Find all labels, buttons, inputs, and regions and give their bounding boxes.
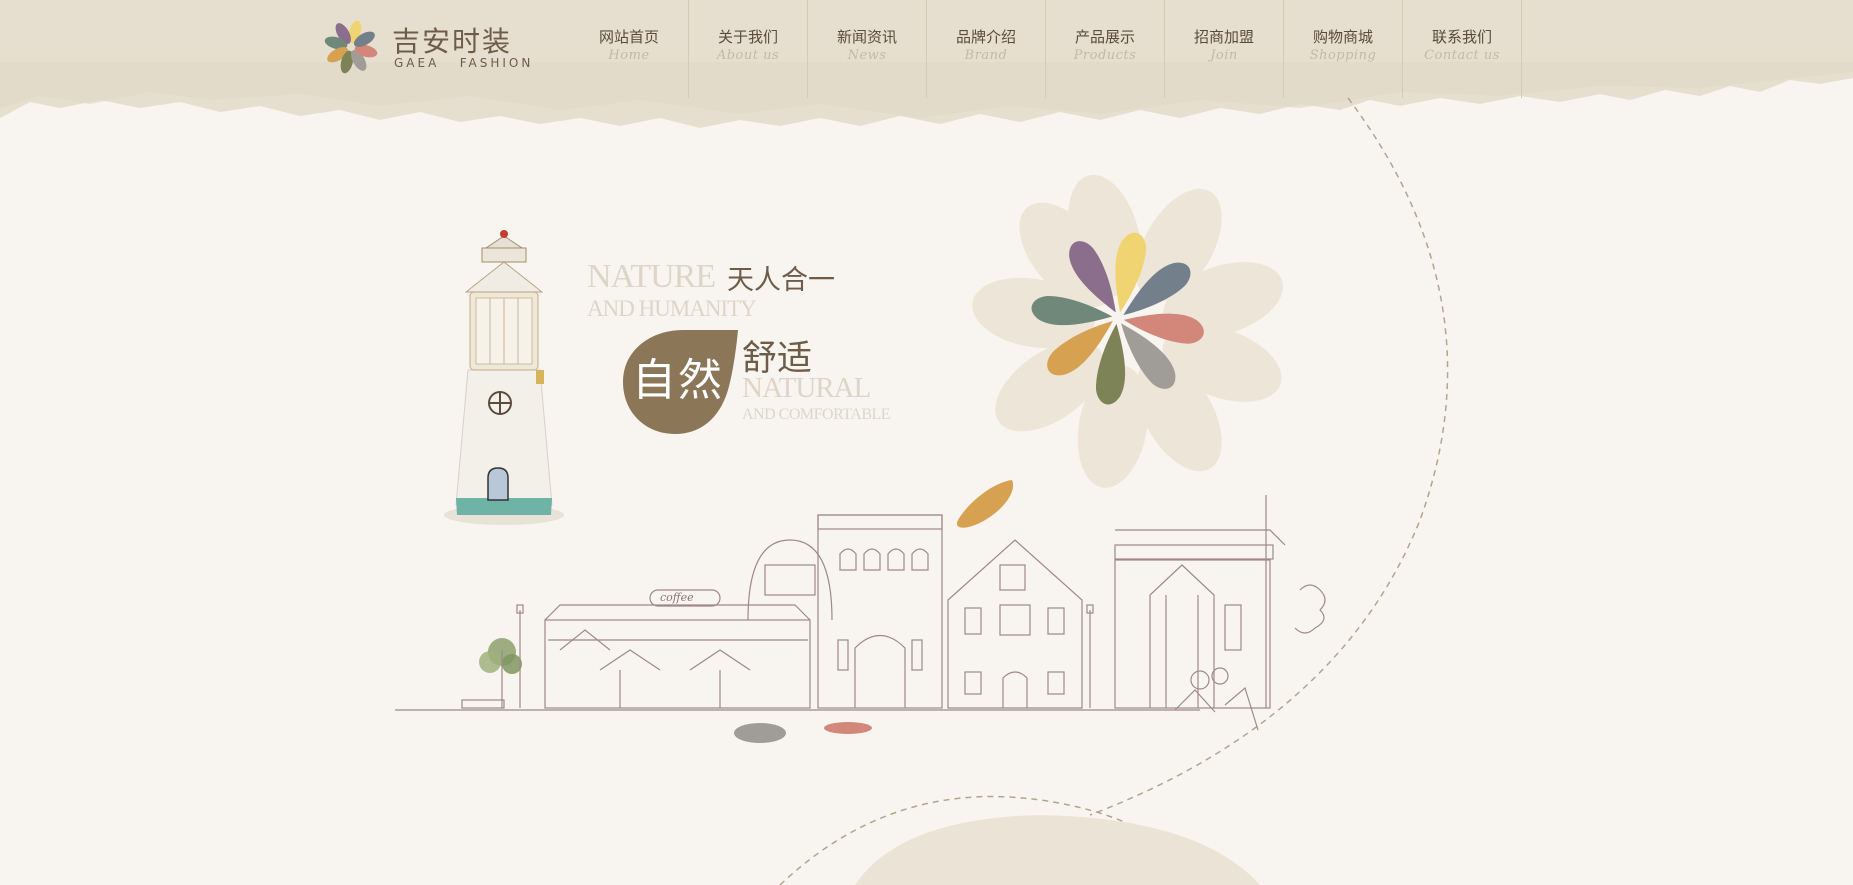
bottom-hill	[855, 815, 1260, 885]
main-nav: 网站首页 Home 关于我们 About us 新闻资讯 News 品牌介绍 B…	[570, 0, 1522, 98]
hero-humanity-text: AND HUMANITY	[587, 296, 757, 321]
nav-label-en: Contact us	[1424, 48, 1500, 63]
floating-petal-salmon	[824, 722, 872, 734]
town-sketch	[395, 495, 1326, 731]
nav-label-en: News	[847, 48, 887, 63]
brand-name-cn: 吉安时装	[392, 25, 513, 58]
hero-ziran-badge-text: 自然	[632, 355, 724, 406]
nav-label-cn: 网站首页	[598, 28, 659, 46]
nav-item-join[interactable]: 招商加盟 Join	[1165, 0, 1284, 98]
floating-petal-grey	[734, 723, 786, 743]
brand-logo[interactable]: 吉安时装 GAEA FASHION	[322, 18, 530, 78]
nav-label-cn: 联系我们	[1431, 28, 1492, 46]
nav-item-products[interactable]: 产品展示 Products	[1046, 0, 1165, 98]
nav-label-en: Brand	[964, 48, 1008, 63]
nav-label-en: Products	[1073, 48, 1137, 63]
nav-item-news[interactable]: 新闻资讯 News	[808, 0, 927, 98]
nav-item-about[interactable]: 关于我们 About us	[689, 0, 808, 98]
nav-label-cn: 关于我们	[717, 28, 778, 46]
nav-label-cn: 新闻资讯	[836, 28, 897, 46]
background-artwork	[0, 0, 1853, 885]
brand-name-en: GAEA FASHION	[394, 56, 534, 70]
nav-item-home[interactable]: 网站首页 Home	[570, 0, 689, 98]
nav-label-en: Join	[1210, 48, 1238, 63]
lighthouse-figure	[444, 230, 564, 525]
floating-petal-orange	[956, 480, 1014, 528]
nav-label-cn: 品牌介绍	[955, 28, 1016, 46]
nav-item-shopping[interactable]: 购物商城 Shopping	[1284, 0, 1403, 98]
nav-label-cn: 产品展示	[1074, 28, 1135, 46]
nav-label-en: About us	[716, 48, 780, 63]
hero-comfortable-text: AND COMFORTABLE	[742, 406, 891, 423]
hero-nature-text: NATURE	[587, 258, 716, 295]
nav-label-cn: 购物商城	[1312, 28, 1373, 46]
nav-label-en: Shopping	[1309, 48, 1377, 63]
hero-natural-text: NATURAL	[742, 372, 871, 404]
nav-label-cn: 招商加盟	[1193, 28, 1254, 46]
nav-item-contact[interactable]: 联系我们 Contact us	[1403, 0, 1522, 98]
hero-tianrenheyi-text: 天人合一	[727, 265, 835, 296]
coffee-sign: coffee	[660, 591, 694, 604]
flower-petals-icon	[324, 20, 378, 74]
nav-item-brand[interactable]: 品牌介绍 Brand	[927, 0, 1046, 98]
nav-label-en: Home	[608, 48, 650, 63]
